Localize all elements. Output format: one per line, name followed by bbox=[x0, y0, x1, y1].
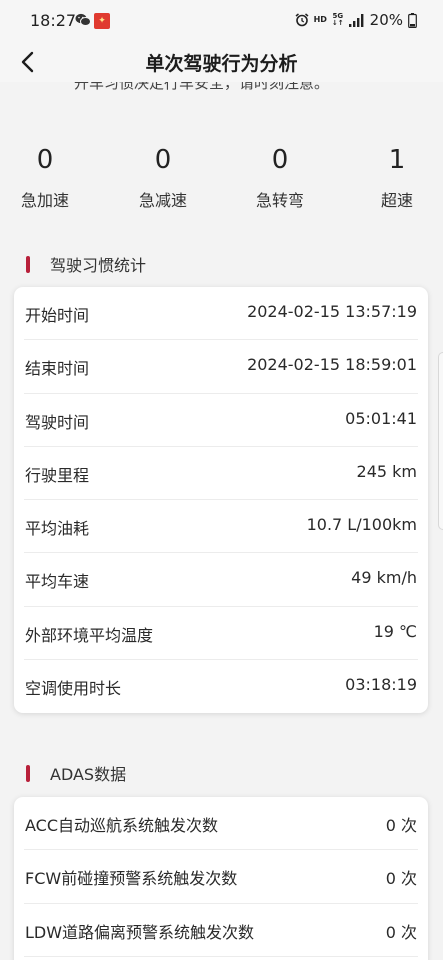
row-label: FCW前碰撞预警系统触发次数 bbox=[25, 869, 238, 889]
stat-rapid-acceleration: 0 急加速 bbox=[5, 138, 85, 211]
row-value: 19 ℃ bbox=[373, 621, 417, 641]
stat-value: 1 bbox=[388, 145, 406, 175]
table-row: 开始时间 2024-02-15 13:57:19 bbox=[24, 287, 418, 341]
status-time: 18:27 bbox=[30, 11, 77, 30]
hd-badge: HD bbox=[313, 15, 327, 24]
signal-icon bbox=[348, 13, 364, 27]
status-right-group: HD 5G ↓↑ 20% bbox=[295, 11, 417, 29]
section-title: 驾驶习惯统计 bbox=[50, 256, 147, 275]
section-title: ADAS数据 bbox=[50, 765, 127, 784]
section-accent-bar bbox=[26, 255, 30, 273]
behavior-stats: 0 急加速 0 急减速 0 急转弯 1 超速 bbox=[0, 138, 443, 218]
table-row: 空调使用时长 03:18:19 bbox=[24, 660, 418, 713]
row-label: 开始时间 bbox=[25, 306, 90, 325]
battery-percent: 20% bbox=[369, 11, 403, 29]
stat-value: 0 bbox=[36, 145, 54, 175]
status-bar: 18:27 ✦ HD 5G ↓↑ 20% bbox=[0, 0, 443, 42]
row-value: 03:18:19 bbox=[345, 675, 417, 695]
scrollbar[interactable] bbox=[438, 352, 443, 530]
stat-value: 0 bbox=[154, 145, 172, 175]
table-row: 平均油耗 10.7 L/100km bbox=[24, 500, 418, 554]
row-value: 05:01:41 bbox=[345, 408, 417, 428]
adas-stats-card: ACC自动巡航系统触发次数 0 次 FCW前碰撞预警系统触发次数 0 次 LDW道路… bbox=[14, 797, 428, 960]
table-row: LDW道路偏离预警系统触发次数 0 次 bbox=[24, 904, 418, 957]
row-value: 2024-02-15 18:59:01 bbox=[247, 355, 417, 375]
network-badge: 5G ↓↑ bbox=[331, 12, 344, 27]
stat-label: 急转弯 bbox=[255, 191, 304, 210]
habit-stats-card: 开始时间 2024-02-15 13:57:19 结束时间 2024-02-15 1… bbox=[14, 287, 428, 714]
row-label: 行驶里程 bbox=[25, 465, 90, 485]
app-header: 单次驾驶行为分析 bbox=[0, 42, 443, 82]
table-row: FCW前碰撞预警系统触发次数 0 次 bbox=[24, 850, 418, 904]
stat-label: 急减速 bbox=[138, 191, 187, 210]
row-label: 平均油耗 bbox=[25, 519, 90, 539]
stat-value: 0 bbox=[271, 145, 289, 175]
table-row: ACC自动巡航系统触发次数 0 次 bbox=[24, 797, 418, 851]
stat-label: 超速 bbox=[380, 191, 413, 210]
table-row: 外部环境平均温度 19 ℃ bbox=[24, 607, 418, 661]
section-accent-bar bbox=[26, 764, 30, 782]
row-value: 10.7 L/100km bbox=[306, 515, 417, 535]
row-label: ACC自动巡航系统触发次数 bbox=[25, 816, 219, 835]
stat-rapid-deceleration: 0 急减速 bbox=[123, 138, 203, 211]
row-value: 2024-02-15 13:57:19 bbox=[247, 302, 417, 321]
table-row: 驾驶时间 05:01:41 bbox=[24, 394, 418, 447]
row-value: 0 次 bbox=[385, 922, 417, 942]
stat-sharp-turn: 0 急转弯 bbox=[240, 138, 320, 211]
row-label: 空调使用时长 bbox=[25, 679, 122, 699]
stat-speeding: 1 超速 bbox=[357, 138, 437, 211]
row-label: 结束时间 bbox=[25, 359, 90, 379]
table-row: 平均车速 49 km/h bbox=[24, 553, 418, 607]
wechat-icon bbox=[75, 13, 91, 26]
row-value: 245 km bbox=[356, 461, 417, 481]
alarm-icon bbox=[295, 13, 309, 27]
row-label: 平均车速 bbox=[25, 572, 90, 592]
table-row: 结束时间 2024-02-15 18:59:01 bbox=[24, 340, 418, 394]
row-label: 外部环境平均温度 bbox=[25, 625, 154, 645]
row-value: 49 km/h bbox=[351, 568, 417, 588]
row-value: 0 次 bbox=[385, 816, 417, 835]
section-header-habits: 驾驶习惯统计 bbox=[26, 252, 146, 276]
stat-label: 急加速 bbox=[20, 191, 69, 210]
partial-tip-text: 开车习惯决定行车安全，请时刻注意。 bbox=[0, 82, 443, 100]
row-value: 0 次 bbox=[385, 869, 417, 889]
page-title: 单次驾驶行为分析 bbox=[145, 53, 298, 75]
section-header-adas: ADAS数据 bbox=[26, 761, 126, 785]
app-notification-icon: ✦ bbox=[94, 13, 110, 29]
row-label: LDW道路偏离预警系统触发次数 bbox=[25, 922, 255, 942]
table-row: 行驶里程 245 km bbox=[24, 447, 418, 501]
row-label: 驾驶时间 bbox=[25, 412, 90, 432]
battery-icon bbox=[408, 12, 417, 28]
